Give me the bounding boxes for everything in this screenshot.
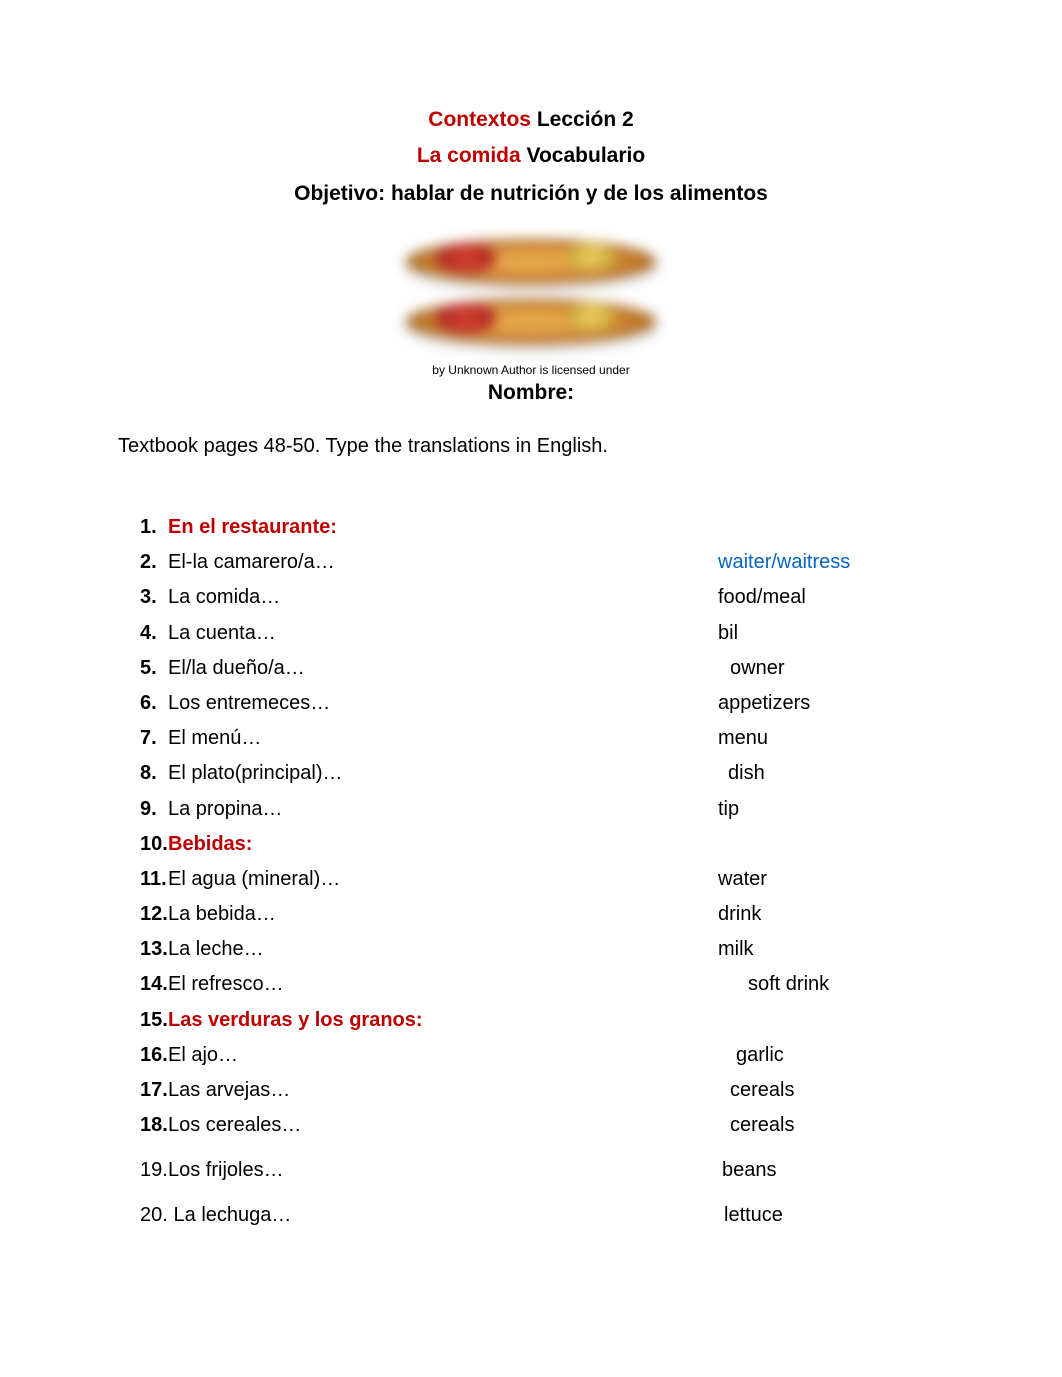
item-number: 1. — [140, 514, 168, 541]
nombre-label: Nombre: — [118, 381, 944, 405]
vocab-row: 4.La cuenta… bil — [140, 620, 944, 647]
vocab-translation: food/meal — [718, 584, 806, 611]
title-line-1: Contextos Lección 2 — [118, 108, 944, 132]
vocab-row: 15.Las verduras y los granos: — [140, 1007, 944, 1034]
vocab-translation: beans — [718, 1157, 777, 1184]
image-caption: by Unknown Author is licensed under — [118, 363, 944, 377]
vocab-translation: drink — [718, 901, 761, 928]
vocab-term: La lechuga… — [168, 1204, 291, 1226]
item-number: 13. — [140, 936, 168, 963]
vocab-row: 5.El/la dueño/a… owner — [140, 655, 944, 682]
vocab-term: Las arvejas… — [168, 1079, 290, 1101]
vocab-term: El/la dueño/a… — [168, 657, 305, 679]
item-number: 17. — [140, 1077, 168, 1104]
vocab-row: 19.Los frijoles… beans — [140, 1157, 944, 1184]
item-number: 15. — [140, 1007, 168, 1034]
food-plate-icon — [406, 239, 656, 284]
vocab-term: El ajo… — [168, 1044, 238, 1066]
vocab-row: 1.En el restaurante: — [140, 514, 944, 541]
item-number: 10. — [140, 831, 168, 858]
vocab-row: 6.Los entremeces… appetizers — [140, 690, 944, 717]
title-line-3: Objetivo: hablar de nutrición y de los a… — [118, 182, 944, 206]
vocab-row: 20. La lechuga… lettuce — [140, 1202, 944, 1229]
item-number: 6. — [140, 690, 168, 717]
item-number: 20. — [140, 1202, 168, 1229]
vocab-term: La propina… — [168, 798, 283, 820]
objective-text: Objetivo: hablar de nutrición y de los a… — [294, 182, 768, 205]
vocab-translation: garlic — [718, 1042, 784, 1069]
vocab-term: El menú… — [168, 727, 261, 749]
item-number: 2. — [140, 549, 168, 576]
item-number: 12. — [140, 901, 168, 928]
vocab-row: 17.Las arvejas… cereals — [140, 1077, 944, 1104]
vocab-translation: milk — [718, 936, 754, 963]
vocab-translation: cereals — [718, 1112, 794, 1139]
instruction-text: Textbook pages 48-50. Type the translati… — [118, 435, 944, 458]
vocab-row: 14.El refresco… soft drink — [140, 971, 944, 998]
item-number: 5. — [140, 655, 168, 682]
vocab-term: La leche… — [168, 938, 264, 960]
vocab-row: 16.El ajo… garlic — [140, 1042, 944, 1069]
vocab-translation: tip — [718, 796, 739, 823]
vocab-row: 13.La leche… milk — [140, 936, 944, 963]
item-number: 18. — [140, 1112, 168, 1139]
vocab-translation: appetizers — [718, 690, 810, 717]
vocab-term: Los frijoles… — [168, 1159, 284, 1181]
vocab-term: Las verduras y los granos: — [168, 1009, 423, 1031]
vocab-row: 2.El-la camarero/a… waiter/waitress — [140, 549, 944, 576]
title-black-2: Vocabulario — [527, 144, 646, 167]
title-black-1: Lección 2 — [537, 108, 634, 131]
vocab-term: Los entremeces… — [168, 692, 330, 714]
vocab-translation: menu — [718, 725, 768, 752]
vocab-translation: soft drink — [718, 971, 829, 998]
food-plate-icon — [406, 299, 656, 344]
vocab-term: La comida… — [168, 586, 280, 608]
vocab-row: 8.El plato(principal)… dish — [140, 760, 944, 787]
item-number: 14. — [140, 971, 168, 998]
vocab-translation: bil — [718, 620, 738, 647]
vocab-row: 9.La propina… tip — [140, 796, 944, 823]
vocab-term: Bebidas: — [168, 833, 252, 855]
vocab-row: 11.El agua (mineral)… water — [140, 866, 944, 893]
title-red-1: Contextos — [428, 108, 531, 131]
vocab-row: 12.La bebida… drink — [140, 901, 944, 928]
document-header: Contextos Lección 2 La comida Vocabulari… — [118, 108, 944, 206]
vocab-row: 7.El menú… menu — [140, 725, 944, 752]
vocab-translation: owner — [718, 655, 784, 682]
item-number: 11. — [140, 866, 168, 893]
food-plates-image — [376, 224, 686, 359]
item-number: 7. — [140, 725, 168, 752]
title-red-2: La comida — [417, 144, 521, 167]
item-number: 8. — [140, 760, 168, 787]
vocab-term: El-la camarero/a… — [168, 551, 335, 573]
vocab-term: El refresco… — [168, 973, 284, 995]
vocab-translation: dish — [718, 760, 765, 787]
vocab-term: Los cereales… — [168, 1114, 301, 1136]
vocab-translation: cereals — [718, 1077, 794, 1104]
item-number: 19. — [140, 1157, 168, 1184]
vocab-row: 3.La comida… food/meal — [140, 584, 944, 611]
vocab-term: El plato(principal)… — [168, 762, 343, 784]
vocab-row: 10.Bebidas: — [140, 831, 944, 858]
vocab-translation: lettuce — [718, 1202, 783, 1229]
vocab-term: El agua (mineral)… — [168, 868, 340, 890]
vocabulary-list: 1.En el restaurante:2.El-la camarero/a…w… — [118, 514, 944, 1229]
vocab-row: 18.Los cereales… cereals — [140, 1112, 944, 1139]
item-number: 3. — [140, 584, 168, 611]
vocab-translation: waiter/waitress — [718, 549, 850, 576]
item-number: 9. — [140, 796, 168, 823]
title-line-2: La comida Vocabulario — [118, 144, 944, 168]
item-number: 4. — [140, 620, 168, 647]
vocab-term: En el restaurante: — [168, 516, 337, 538]
vocab-translation: water — [718, 866, 767, 893]
item-number: 16. — [140, 1042, 168, 1069]
vocab-term: La bebida… — [168, 903, 276, 925]
vocab-term: La cuenta… — [168, 622, 276, 644]
image-container: by Unknown Author is licensed under — [118, 224, 944, 377]
